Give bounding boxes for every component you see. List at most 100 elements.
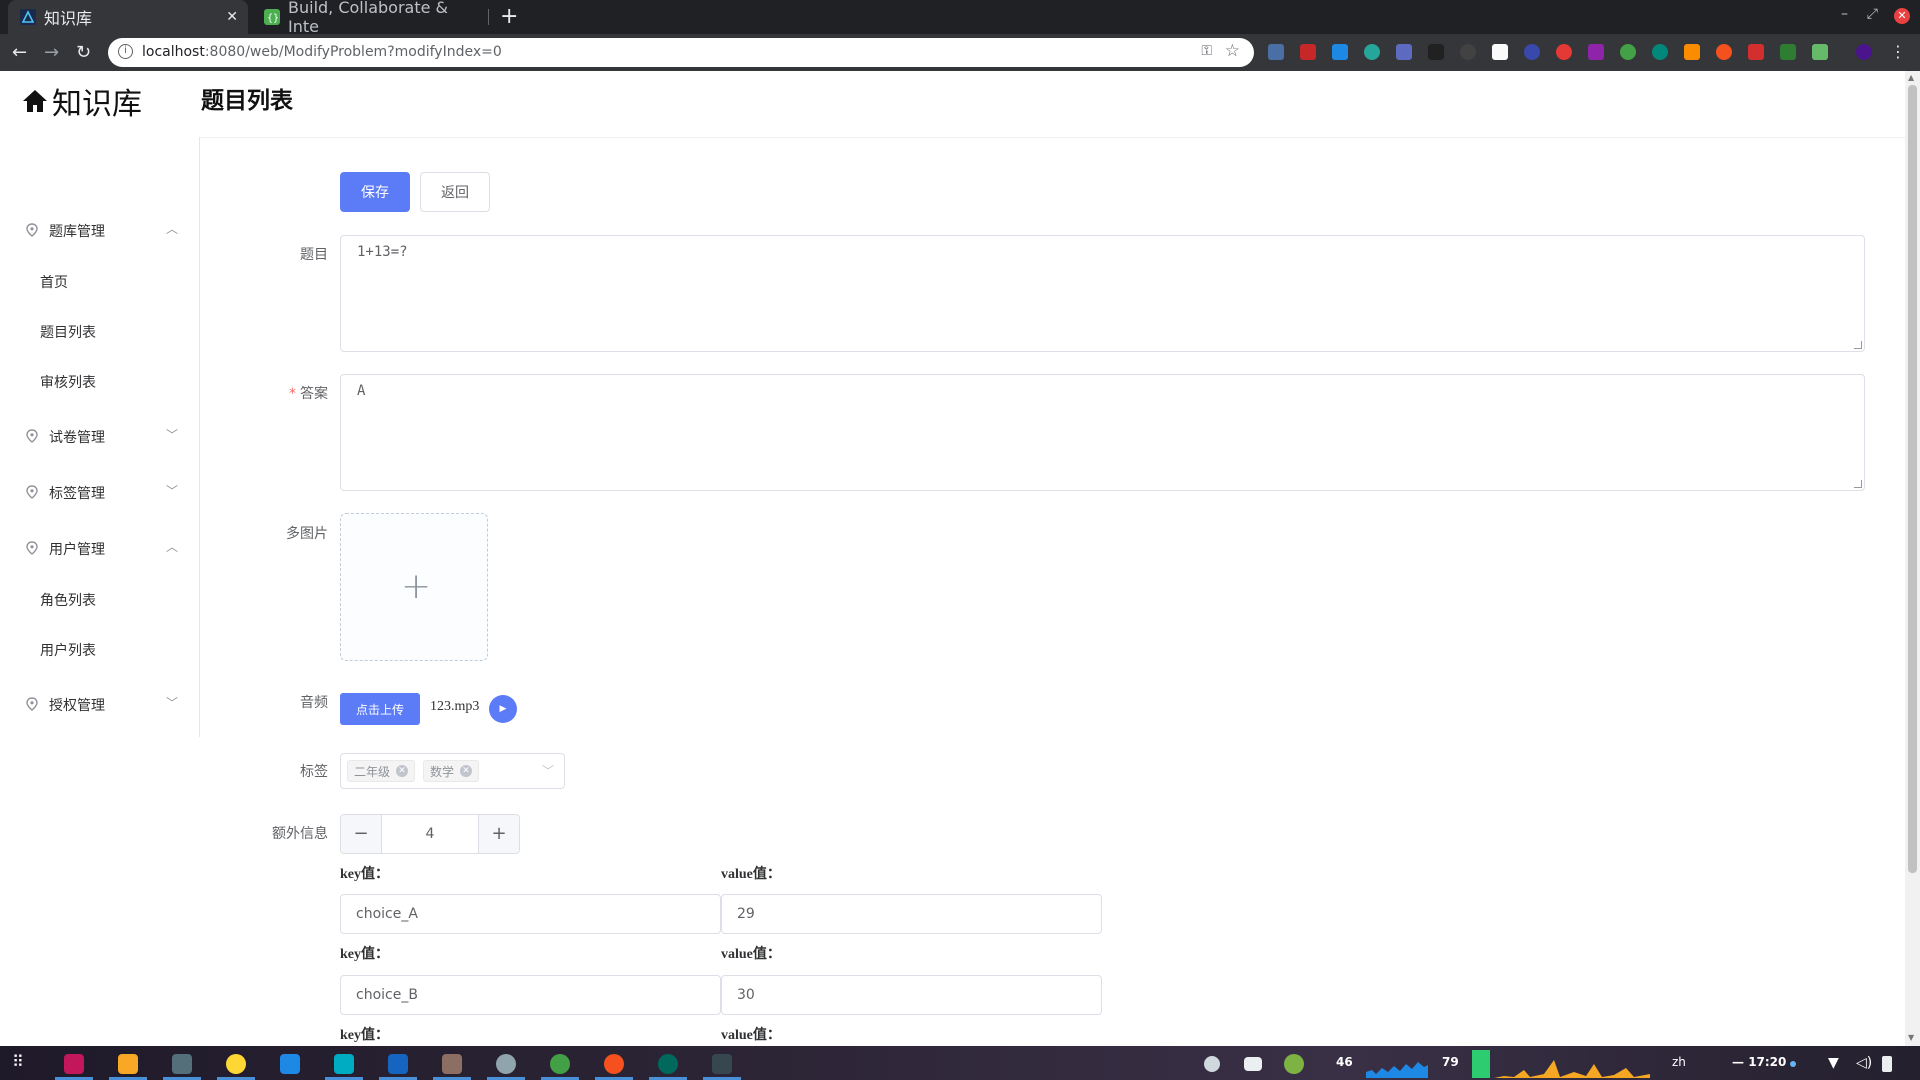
tag-close-icon[interactable]: ✕ [396, 765, 409, 777]
intellij-icon[interactable] [64, 1054, 84, 1074]
battery-icon[interactable] [1882, 1056, 1892, 1072]
plus-icon[interactable]: + [478, 815, 519, 853]
sidebar-item-user-list[interactable]: 用户列表 [0, 629, 200, 669]
green-extension-icon[interactable] [1812, 44, 1828, 60]
key-label: key值： [340, 867, 389, 882]
palette-extension-icon[interactable] [1652, 44, 1668, 60]
extra-count-stepper: − 4 + [340, 814, 520, 854]
wifi-icon[interactable]: ▼ [1828, 1055, 1839, 1071]
tab-knowledge-base[interactable]: 知识库 ✕ [8, 0, 248, 34]
key-input[interactable]: choice_A [340, 894, 721, 934]
restore-icon[interactable]: ⤢ [1867, 6, 1878, 22]
notion-extension-icon[interactable] [1492, 44, 1508, 60]
keyboard-tray-icon[interactable] [1244, 1057, 1262, 1071]
scrollbar-thumb[interactable] [1908, 85, 1917, 873]
resize-handle-icon[interactable] [1854, 480, 1862, 488]
stepper-value[interactable]: 4 [382, 815, 478, 853]
percent-extension-icon[interactable] [1748, 44, 1764, 60]
sidebar-group-question-bank[interactable]: 题库管理 ︿ [0, 210, 200, 250]
sidebar-group-label: 用户管理 [49, 542, 105, 558]
image-upload-box[interactable]: + [340, 513, 488, 661]
orange-extension-icon[interactable] [1684, 44, 1700, 60]
answer-text: A [357, 383, 366, 399]
tab-build-collaborate[interactable]: {} Build, Collaborate & Inte [252, 0, 482, 36]
db-tool-icon[interactable] [712, 1054, 732, 1074]
vscode-icon[interactable] [280, 1054, 300, 1074]
volume-icon[interactable]: ◁) [1856, 1055, 1872, 1071]
play-icon[interactable]: ▶ [489, 695, 517, 723]
close-tab-icon[interactable]: ✕ [226, 9, 238, 25]
chrome-icon[interactable] [226, 1054, 246, 1074]
chat-tray-icon[interactable] [1204, 1056, 1220, 1072]
s-extension-icon[interactable] [1332, 44, 1348, 60]
back-arrow-icon[interactable]: ← [12, 42, 27, 63]
key-input[interactable]: choice_B [340, 975, 721, 1015]
sidebar-group-tags[interactable]: 标签管理 ﹀ [0, 472, 200, 512]
minimize-icon[interactable]: – [1841, 6, 1848, 22]
settings-extension-icon[interactable] [1716, 44, 1732, 60]
tags-label: 标签 [300, 764, 328, 780]
answer-textarea[interactable]: A [340, 374, 1865, 491]
images-label: 多图片 [286, 526, 328, 542]
terminal-icon[interactable] [172, 1054, 192, 1074]
app-grid-icon[interactable]: ⠿ [12, 1052, 32, 1072]
back-button[interactable]: 返回 [420, 172, 490, 212]
scroll-up-icon[interactable]: ▲ [1908, 73, 1914, 82]
cpu-usage-text: 46 [1336, 1055, 1353, 1069]
archive-icon[interactable] [442, 1054, 462, 1074]
value-input[interactable]: 29 [721, 894, 1102, 934]
bird-extension-icon[interactable] [1428, 44, 1444, 60]
question-textarea[interactable]: 1+13=? [340, 235, 1865, 352]
browser-menu-icon[interactable]: ⋮ [1890, 42, 1906, 61]
forward-arrow-icon[interactable]: → [44, 42, 59, 63]
sync-extension-icon[interactable] [1364, 44, 1380, 60]
sidebar-group-authorization[interactable]: 授权管理 ﹀ [0, 684, 200, 724]
password-key-icon[interactable]: ⚿ [1201, 43, 1212, 59]
sidebar-item-review-list[interactable]: 审核列表 [0, 361, 200, 401]
save-button[interactable]: 保存 [340, 172, 410, 212]
input-language[interactable]: zh [1672, 1055, 1686, 1069]
scroll-down-icon[interactable]: ▼ [1908, 1033, 1914, 1042]
files-icon[interactable] [118, 1054, 138, 1074]
tag-close-icon[interactable]: ✕ [460, 765, 473, 777]
vue-extension-icon[interactable] [1780, 44, 1796, 60]
mongodb-icon[interactable] [658, 1054, 678, 1074]
word-icon[interactable] [388, 1054, 408, 1074]
bookmark-star-icon[interactable]: ☆ [1225, 41, 1240, 61]
webstorm-icon[interactable] [334, 1054, 354, 1074]
upload-button[interactable]: 点击上传 [340, 693, 420, 725]
minus-icon[interactable]: − [341, 815, 382, 853]
clock[interactable]: — 17:20 [1732, 1055, 1786, 1069]
adblock-extension-icon[interactable] [1300, 44, 1316, 60]
value-input[interactable]: 30 [721, 975, 1102, 1015]
resize-handle-icon[interactable] [1854, 341, 1862, 349]
wechat-icon[interactable] [550, 1054, 570, 1074]
circle-extension-icon[interactable] [1524, 44, 1540, 60]
address-bar[interactable]: i localhost:8080/web/ModifyProblem?modif… [108, 38, 1254, 67]
tags-select[interactable]: 二年级 ✕ 数学 ✕ ﹀ [340, 753, 565, 789]
onenote-extension-icon[interactable] [1588, 44, 1604, 60]
sidebar-item-question-list[interactable]: 题目列表 [0, 311, 200, 351]
home-icon [23, 90, 47, 112]
page-scrollbar[interactable]: ▲ ▼ [1905, 71, 1920, 1046]
sidebar-item-role-list[interactable]: 角色列表 [0, 579, 200, 619]
memory-bar [1472, 1050, 1490, 1078]
cloud-extension-icon[interactable] [1460, 44, 1476, 60]
profile-avatar-icon[interactable] [1856, 44, 1872, 60]
sidebar-group-users[interactable]: 用户管理 ︿ [0, 528, 200, 568]
reload-icon[interactable]: ↻ [76, 42, 91, 63]
knowledge-base-favicon-icon [20, 9, 36, 25]
site-info-icon[interactable]: i [118, 44, 133, 59]
extension-icon[interactable] [1268, 44, 1284, 60]
pen-extension-icon[interactable] [1396, 44, 1412, 60]
check-tray-icon[interactable] [1284, 1054, 1304, 1074]
postman-icon[interactable] [604, 1054, 624, 1074]
sidebar-item-home[interactable]: 首页 [0, 261, 200, 301]
settings-app-icon[interactable] [496, 1054, 516, 1074]
red-extension-icon[interactable] [1556, 44, 1572, 60]
new-tab-icon[interactable]: + [500, 4, 518, 29]
app-logo[interactable]: 知识库 [22, 79, 142, 123]
window-close-icon[interactable]: ✕ [1894, 8, 1910, 24]
sidebar-group-exam-papers[interactable]: 试卷管理 ﹀ [0, 416, 200, 456]
evernote-extension-icon[interactable] [1620, 44, 1636, 60]
